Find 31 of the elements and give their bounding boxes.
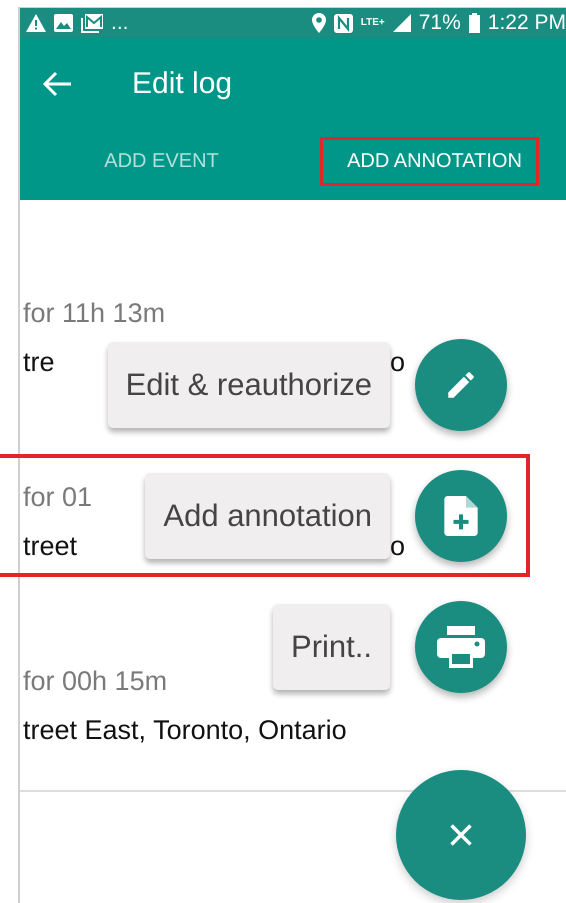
signal-icon	[392, 14, 411, 32]
address-text: o	[390, 530, 405, 563]
duration-text: for 11h 13m	[23, 297, 166, 330]
duration-text: for 00h 15m	[23, 665, 168, 698]
printer-icon	[437, 626, 485, 668]
back-arrow-icon	[42, 71, 72, 97]
action-button[interactable]	[415, 338, 507, 430]
action-button[interactable]	[415, 600, 507, 692]
tab[interactable]: ADD ANNOTATION	[323, 140, 536, 182]
action-label[interactable]: Edit & reauthorize	[108, 342, 390, 428]
network-type: LTE+	[360, 18, 385, 28]
action-label[interactable]: Add annotation	[145, 472, 390, 558]
action-label[interactable]: Print..	[273, 604, 390, 690]
address-text: tre	[23, 346, 55, 379]
screen-title: Edit log	[132, 67, 232, 101]
add-document-icon	[444, 496, 478, 536]
gallery-icon	[81, 14, 103, 32]
clock: 1:22 PM	[488, 11, 566, 35]
battery-icon	[468, 13, 480, 33]
warning-icon	[26, 14, 46, 32]
close-menu-button[interactable]: ×	[396, 770, 526, 900]
address-text: treet East, Toronto, Ontario	[23, 714, 347, 747]
more-notifications: ...	[111, 11, 129, 35]
battery-level: 71%	[418, 11, 461, 35]
nfc-icon	[334, 14, 353, 32]
address-text: o	[390, 346, 405, 379]
location-icon	[312, 13, 326, 33]
action-button[interactable]	[415, 470, 507, 562]
address-text: treet	[23, 530, 78, 563]
image-icon	[54, 14, 73, 32]
duration-text: for 01	[23, 481, 94, 514]
